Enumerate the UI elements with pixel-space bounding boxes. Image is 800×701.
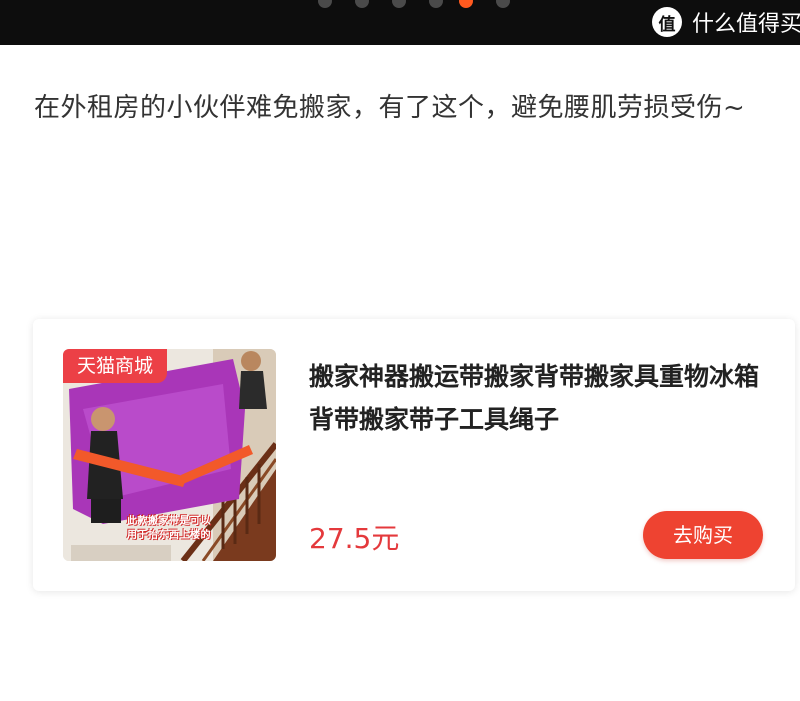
watermark: 值 什么值得买 [652,5,800,39]
carousel-dot[interactable] [392,0,406,8]
tmall-badge: 天猫商城 [63,349,168,383]
smzdm-logo-icon: 值 [652,7,682,37]
article-paragraph: 在外租房的小伙伴难免搬家，有了这个，避免腰肌劳损受伤~ [34,93,746,123]
product-title[interactable]: 搬家神器搬运带搬家背带搬家具重物冰箱背带搬家带子工具绳子 [309,355,759,441]
product-price: 27.5元 [309,522,400,555]
carousel-dot[interactable] [429,0,443,8]
carousel-dot-active[interactable] [459,0,473,8]
top-bar: 值 什么值得买 [0,0,800,45]
watermark-text: 什么值得买 [692,12,800,37]
image-caption: 此款搬家带是可以 用于抬东西上楼的 [127,515,273,543]
buy-button[interactable]: 去购买 [643,511,763,559]
product-image[interactable]: 天猫商城 此款搬家带是可以 用于抬东西上楼的 [63,349,276,561]
image-caption-line: 用于抬东西上楼的 [127,530,211,541]
carousel-dot[interactable] [318,0,332,8]
carousel-dot[interactable] [496,0,510,8]
carousel-dot[interactable] [355,0,369,8]
image-caption-line: 此款搬家带是可以 [127,516,211,527]
product-card[interactable]: 天猫商城 此款搬家带是可以 用于抬东西上楼的 搬家神器搬运带搬家背带搬家具重物冰… [33,319,795,591]
